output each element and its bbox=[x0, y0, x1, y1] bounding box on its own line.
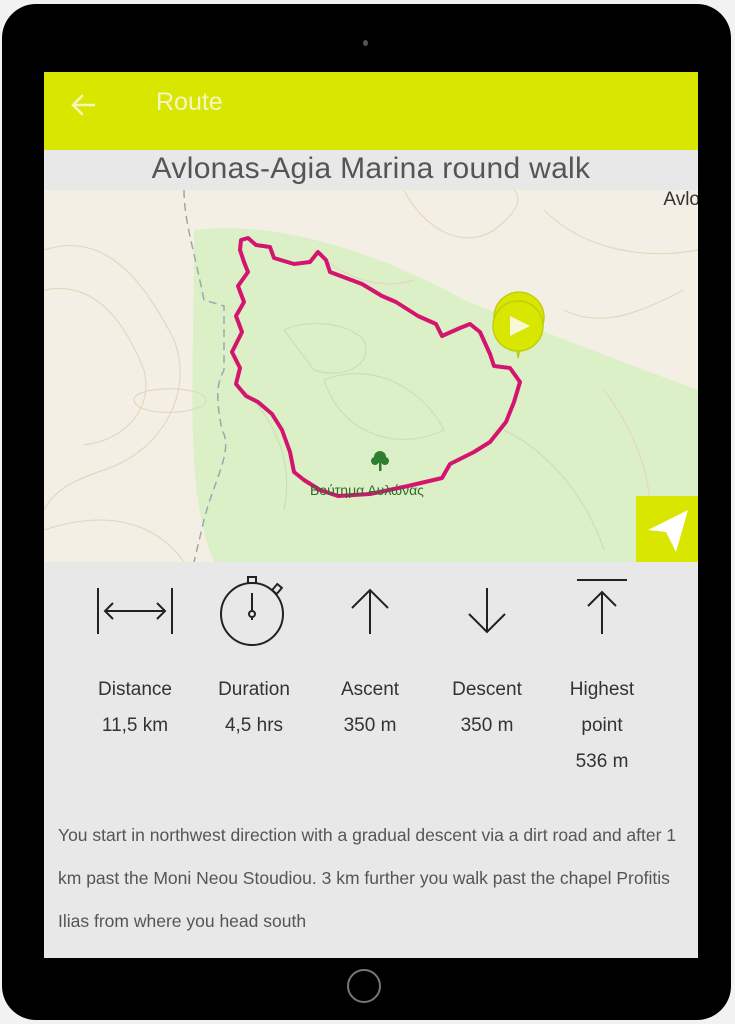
route-title: Avlonas-Agia Marina round walk bbox=[151, 152, 591, 185]
stat-value: 536 m bbox=[575, 751, 629, 772]
stat-value: 350 m bbox=[460, 715, 514, 736]
stat-descent: Descent 350 m bbox=[427, 572, 547, 744]
arrow-down-icon bbox=[468, 588, 506, 634]
route-map[interactable]: Avlo Βούτημα Αυλώνας bbox=[44, 190, 698, 562]
page-title: Route bbox=[156, 88, 223, 116]
stat-highest-point: Highest point 536 m bbox=[542, 572, 662, 780]
stat-label: Distance bbox=[98, 679, 172, 700]
navigation-arrow-icon bbox=[648, 510, 688, 552]
arrow-left-icon bbox=[71, 94, 96, 116]
stat-value: 350 m bbox=[343, 715, 397, 736]
stat-distance: Distance 11,5 km bbox=[75, 572, 195, 744]
tablet-frame: Route Avlonas-Agia Marina round walk Avl… bbox=[2, 4, 731, 1020]
map-place-label: Avlo bbox=[663, 190, 698, 210]
stat-label: Descent bbox=[452, 679, 522, 700]
locate-button[interactable] bbox=[636, 496, 698, 562]
app-bar: Route bbox=[44, 72, 698, 150]
stat-label: Highest point bbox=[569, 679, 635, 736]
stat-duration: Duration 4,5 hrs bbox=[194, 572, 314, 744]
forest-area bbox=[192, 228, 698, 562]
stat-value: 4,5 hrs bbox=[224, 715, 284, 736]
map-canvas bbox=[44, 190, 698, 562]
app-screen: Route Avlonas-Agia Marina round walk Avl… bbox=[44, 72, 698, 958]
front-camera bbox=[363, 40, 368, 46]
highest-point-icon bbox=[577, 579, 627, 634]
distance-icon bbox=[97, 588, 173, 634]
stat-label: Ascent bbox=[340, 679, 400, 700]
stat-value: 11,5 km bbox=[101, 715, 169, 736]
home-button[interactable] bbox=[347, 969, 381, 1003]
stopwatch-icon bbox=[220, 576, 284, 646]
stat-ascent: Ascent 350 m bbox=[310, 572, 430, 744]
back-button[interactable] bbox=[66, 90, 102, 126]
arrow-up-icon bbox=[351, 588, 389, 634]
route-stats: Distance 11,5 km Duration 4,5 hrs Ascent… bbox=[44, 572, 698, 802]
map-poi-label: Βούτημα Αυλώνας bbox=[310, 482, 424, 498]
route-description: You start in northwest direction with a … bbox=[58, 825, 677, 931]
stat-label: Duration bbox=[218, 679, 290, 700]
